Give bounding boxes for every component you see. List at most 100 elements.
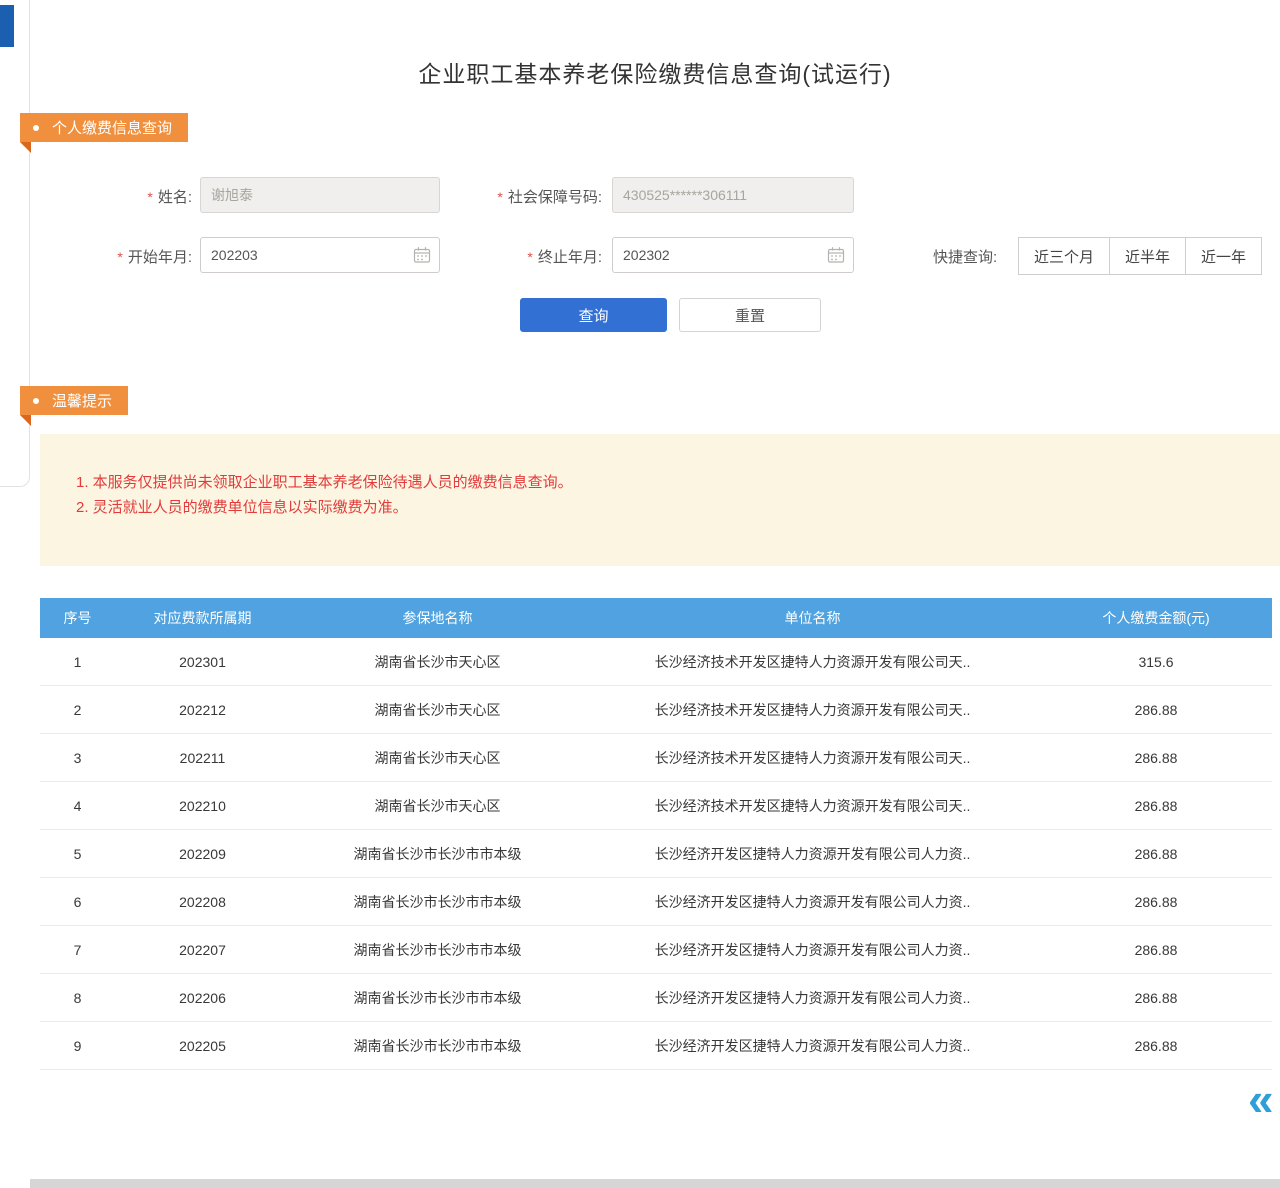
calendar-icon[interactable] [827, 246, 845, 269]
quick-range-button[interactable]: 近三个月 [1018, 237, 1110, 275]
section-badge-personal-query: 个人缴费信息查询 [20, 113, 188, 142]
quick-query-label: 快捷查询: [933, 246, 997, 267]
table-cell: 202205 [115, 1022, 290, 1070]
table-cell: 202207 [115, 926, 290, 974]
end-month-input[interactable] [612, 237, 854, 273]
table-cell: 湖南省长沙市长沙市市本级 [290, 830, 585, 878]
table-cell: 长沙经济开发区捷特人力资源开发有限公司人力资.. [585, 830, 1040, 878]
table-cell: 202212 [115, 686, 290, 734]
ssn-field-label: * 社会保障号码: [450, 186, 602, 207]
table-body: 1202301湖南省长沙市天心区长沙经济技术开发区捷特人力资源开发有限公司天..… [40, 638, 1272, 1070]
table-cell: 202208 [115, 878, 290, 926]
name-input[interactable] [200, 177, 440, 213]
results-table: 序号对应费款所属期参保地名称单位名称个人缴费金额(元) 1202301湖南省长沙… [40, 598, 1272, 1070]
required-mark: * [147, 189, 152, 205]
table-cell: 长沙经济技术开发区捷特人力资源开发有限公司天.. [585, 638, 1040, 686]
notice-line: 1. 本服务仅提供尚未领取企业职工基本养老保险待遇人员的缴费信息查询。 [76, 470, 1260, 495]
table-cell: 2 [40, 686, 115, 734]
start-month-field [200, 237, 440, 273]
table-cell: 湖南省长沙市天心区 [290, 686, 585, 734]
table-cell: 湖南省长沙市长沙市市本级 [290, 974, 585, 1022]
column-header: 参保地名称 [290, 598, 585, 638]
column-header: 对应费款所属期 [115, 598, 290, 638]
table-cell: 长沙经济开发区捷特人力资源开发有限公司人力资.. [585, 926, 1040, 974]
sidebar-active-marker [0, 5, 14, 47]
quick-query-group: 近三个月近半年近一年 [1018, 237, 1262, 275]
required-mark: * [497, 189, 502, 205]
notice-line: 2. 灵活就业人员的缴费单位信息以实际缴费为准。 [76, 495, 1260, 520]
section-badge-tips: 温馨提示 [20, 386, 128, 415]
ssn-input[interactable] [612, 177, 854, 213]
table-cell: 5 [40, 830, 115, 878]
table-cell: 286.88 [1040, 734, 1272, 782]
query-button[interactable]: 查询 [520, 298, 667, 332]
required-mark: * [117, 249, 122, 265]
table-cell: 长沙经济开发区捷特人力资源开发有限公司人力资.. [585, 974, 1040, 1022]
label-text: 姓名: [158, 189, 192, 206]
table-row: 9202205湖南省长沙市长沙市市本级长沙经济开发区捷特人力资源开发有限公司人力… [40, 1022, 1272, 1070]
end-month-field [612, 237, 854, 273]
section-badge-label: 温馨提示 [52, 390, 112, 411]
table-cell: 湖南省长沙市天心区 [290, 734, 585, 782]
notice-box: 1. 本服务仅提供尚未领取企业职工基本养老保险待遇人员的缴费信息查询。2. 灵活… [40, 434, 1280, 566]
start-month-input[interactable] [200, 237, 440, 273]
table-cell: 286.88 [1040, 1022, 1272, 1070]
table-cell: 湖南省长沙市长沙市市本级 [290, 926, 585, 974]
table-cell: 315.6 [1040, 638, 1272, 686]
quick-range-button[interactable]: 近半年 [1109, 237, 1186, 275]
table-cell: 286.88 [1040, 830, 1272, 878]
reset-button[interactable]: 重置 [679, 298, 821, 332]
table-row: 1202301湖南省长沙市天心区长沙经济技术开发区捷特人力资源开发有限公司天..… [40, 638, 1272, 686]
collapse-chevron-icon[interactable]: « [1248, 1076, 1274, 1122]
label-text: 社会保障号码: [508, 189, 602, 206]
required-mark: * [527, 249, 532, 265]
table-cell: 长沙经济开发区捷特人力资源开发有限公司人力资.. [585, 878, 1040, 926]
label-text: 终止年月: [538, 249, 602, 266]
table-cell: 9 [40, 1022, 115, 1070]
table-cell: 湖南省长沙市长沙市市本级 [290, 878, 585, 926]
page: 企业职工基本养老保险缴费信息查询(试运行) 个人缴费信息查询 * 姓名: * 社会保… [0, 0, 1280, 1188]
page-title: 企业职工基本养老保险缴费信息查询(试运行) [30, 55, 1280, 89]
bottom-scroll-strip [30, 1179, 1280, 1188]
table-cell: 286.88 [1040, 686, 1272, 734]
table-cell: 4 [40, 782, 115, 830]
table-cell: 3 [40, 734, 115, 782]
table-cell: 286.88 [1040, 926, 1272, 974]
table-row: 8202206湖南省长沙市长沙市市本级长沙经济开发区捷特人力资源开发有限公司人力… [40, 974, 1272, 1022]
name-field-label: * 姓名: [80, 186, 192, 207]
table-cell: 湖南省长沙市长沙市市本级 [290, 1022, 585, 1070]
quick-range-button[interactable]: 近一年 [1185, 237, 1262, 275]
table-cell: 长沙经济技术开发区捷特人力资源开发有限公司天.. [585, 782, 1040, 830]
badge-fold-decoration [20, 142, 31, 153]
start-month-label: * 开始年月: [62, 246, 192, 267]
table-cell: 湖南省长沙市天心区 [290, 782, 585, 830]
bullet-icon [33, 398, 39, 404]
section-badge-label: 个人缴费信息查询 [52, 117, 172, 138]
bullet-icon [33, 125, 39, 131]
table-row: 3202211湖南省长沙市天心区长沙经济技术开发区捷特人力资源开发有限公司天..… [40, 734, 1272, 782]
column-header: 单位名称 [585, 598, 1040, 638]
table-cell: 湖南省长沙市天心区 [290, 638, 585, 686]
table-cell: 长沙经济技术开发区捷特人力资源开发有限公司天.. [585, 686, 1040, 734]
table-row: 2202212湖南省长沙市天心区长沙经济技术开发区捷特人力资源开发有限公司天..… [40, 686, 1272, 734]
table-row: 5202209湖南省长沙市长沙市市本级长沙经济开发区捷特人力资源开发有限公司人力… [40, 830, 1272, 878]
badge-fold-decoration [20, 415, 31, 426]
table-cell: 8 [40, 974, 115, 1022]
end-month-label: * 终止年月: [472, 246, 602, 267]
notice-lines: 1. 本服务仅提供尚未领取企业职工基本养老保险待遇人员的缴费信息查询。2. 灵活… [76, 470, 1260, 520]
table-cell: 202210 [115, 782, 290, 830]
table-cell: 286.88 [1040, 974, 1272, 1022]
table-cell: 202301 [115, 638, 290, 686]
column-header: 序号 [40, 598, 115, 638]
table-row: 7202207湖南省长沙市长沙市市本级长沙经济开发区捷特人力资源开发有限公司人力… [40, 926, 1272, 974]
label-text: 开始年月: [128, 249, 192, 266]
table-cell: 长沙经济开发区捷特人力资源开发有限公司人力资.. [585, 1022, 1040, 1070]
calendar-icon[interactable] [413, 246, 431, 269]
table-cell: 长沙经济技术开发区捷特人力资源开发有限公司天.. [585, 734, 1040, 782]
table-cell: 1 [40, 638, 115, 686]
table-row: 6202208湖南省长沙市长沙市市本级长沙经济开发区捷特人力资源开发有限公司人力… [40, 878, 1272, 926]
table-header-row: 序号对应费款所属期参保地名称单位名称个人缴费金额(元) [40, 598, 1272, 638]
table-cell: 286.88 [1040, 878, 1272, 926]
table-cell: 6 [40, 878, 115, 926]
table-cell: 202209 [115, 830, 290, 878]
